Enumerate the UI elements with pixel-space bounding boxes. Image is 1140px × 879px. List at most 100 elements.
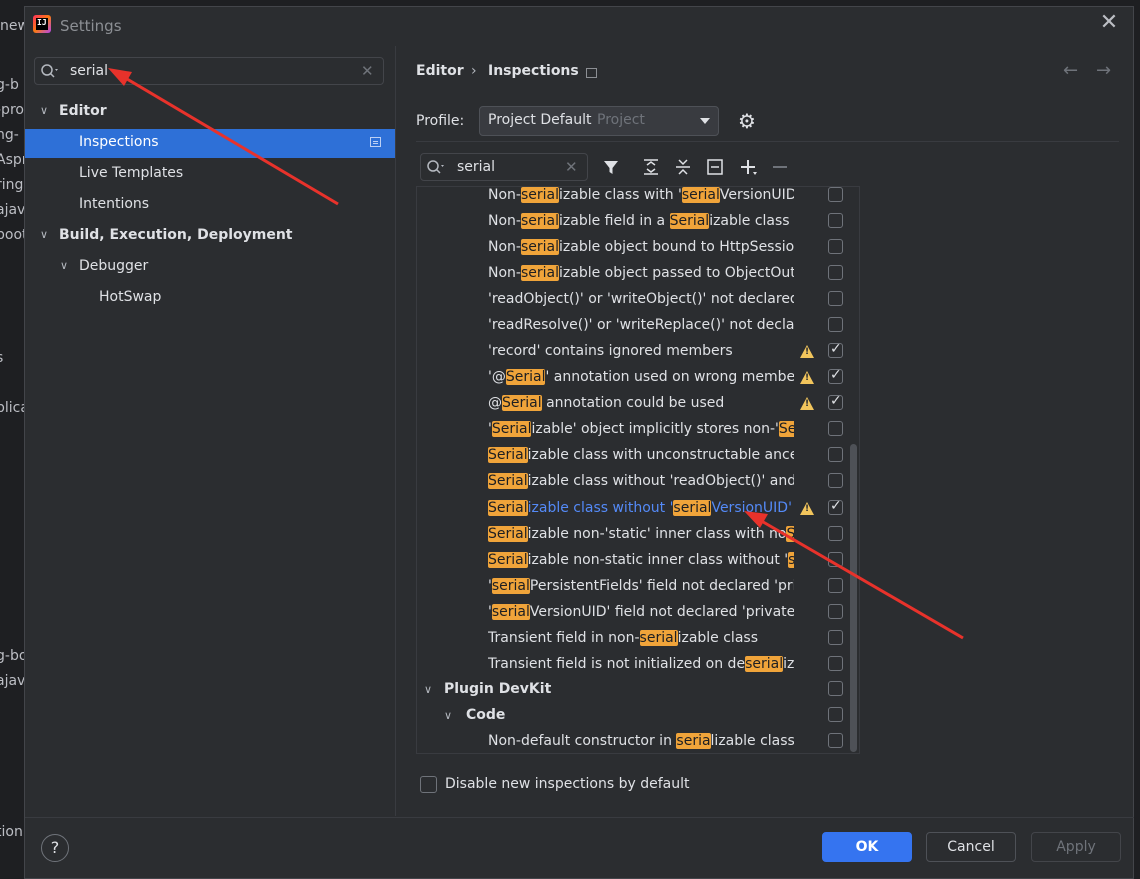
checkbox[interactable] (828, 239, 843, 254)
search-icon (41, 64, 58, 78)
ide-background-right (1134, 0, 1140, 879)
inspection-item[interactable]: Serializable non-'static' inner class wi… (488, 521, 794, 547)
inspection-item[interactable]: Non-serializable object bound to HttpSes… (488, 234, 794, 260)
group-plugin-devkit[interactable]: Plugin DevKit (444, 676, 551, 702)
add-icon[interactable] (738, 157, 758, 177)
search-highlight: serial (491, 578, 530, 594)
inspection-text: annotation could be used (541, 395, 725, 411)
clear-search-icon[interactable]: ✕ (565, 158, 578, 176)
inspection-text: PersistentFields' field not declared 'pr… (529, 578, 794, 594)
back-arrow-icon[interactable]: ← (1063, 60, 1078, 81)
inspection-item[interactable]: Serializable class with unconstructable … (488, 442, 794, 468)
group-code[interactable]: Code (466, 702, 505, 728)
search-highlight: ser (788, 552, 794, 568)
inspection-item[interactable]: 'serialPersistentFields' field not decla… (488, 573, 794, 599)
checkbox[interactable] (828, 707, 843, 722)
inspection-item[interactable]: Serializable non-static inner class with… (488, 547, 794, 573)
checkbox[interactable] (828, 733, 843, 748)
cancel-button[interactable]: Cancel (926, 832, 1016, 862)
background-text-fragment: ng- (0, 127, 19, 143)
checkbox[interactable] (828, 213, 843, 228)
checkbox[interactable] (828, 367, 843, 384)
checkbox[interactable] (828, 265, 843, 280)
close-icon[interactable]: ✕ (1098, 12, 1120, 34)
sidebar-item-build[interactable]: Build, Execution, Deployment (59, 222, 293, 248)
search-highlight: Serial (488, 447, 528, 463)
forward-arrow-icon[interactable]: → (1096, 60, 1111, 81)
checkbox[interactable] (828, 473, 843, 488)
warning-icon (800, 502, 814, 515)
chevron-down-icon[interactable]: ∨ (40, 104, 48, 117)
breadcrumb-editor[interactable]: Editor (416, 63, 464, 79)
sidebar-item-debugger[interactable]: Debugger (79, 253, 148, 279)
chevron-down-icon[interactable]: ∨ (424, 683, 432, 696)
checkbox[interactable] (828, 498, 843, 515)
inspection-text: lizable class (710, 733, 794, 749)
checkbox[interactable] (828, 393, 843, 410)
inspection-text: VersionUID' (711, 500, 792, 516)
inspection-item[interactable]: Serializable class without 'readObject()… (488, 468, 794, 494)
inspection-item[interactable]: @Serial annotation could be used (488, 390, 794, 416)
disable-new-inspections-label[interactable]: Disable new inspections by default (445, 776, 689, 792)
sidebar-item-intentions[interactable]: Intentions (79, 191, 149, 217)
checkbox[interactable] (828, 526, 843, 541)
inspection-item[interactable]: Non-serializable class with 'serialVersi… (488, 182, 794, 208)
tree-scrollbar[interactable] (850, 444, 857, 752)
sidebar-item-inspections[interactable]: Inspections (79, 129, 159, 155)
checkbox[interactable] (828, 604, 843, 619)
gear-icon[interactable]: ⚙ (738, 111, 760, 133)
ok-button[interactable]: OK (822, 832, 912, 862)
inspection-item[interactable]: 'readObject()' or 'writeObject()' not de… (488, 286, 794, 312)
search-highlight: S (786, 526, 794, 542)
search-highlight: serial (673, 500, 712, 516)
checkbox[interactable] (828, 341, 843, 358)
inspection-item[interactable]: Non-serializable object passed to Object… (488, 260, 794, 286)
reset-icon[interactable] (705, 157, 725, 177)
checkbox[interactable] (828, 421, 843, 436)
sidebar-item-editor[interactable]: Editor (59, 98, 107, 124)
checkbox[interactable] (828, 552, 843, 567)
inspection-item[interactable]: 'record' contains ignored members (488, 338, 794, 364)
search-highlight: serial (745, 656, 784, 672)
checkbox[interactable] (828, 578, 843, 593)
inspection-item[interactable]: Transient field is not initialized on de… (488, 651, 794, 677)
checkbox[interactable] (828, 447, 843, 462)
checkbox[interactable] (828, 656, 843, 671)
sidebar-item-hotswap[interactable]: HotSwap (99, 284, 161, 310)
inspection-item[interactable]: '@Serial' annotation used on wrong membe… (488, 364, 794, 390)
inspection-item[interactable]: Non-default constructor in serializable … (488, 728, 794, 754)
chevron-down-icon[interactable]: ∨ (40, 228, 48, 241)
chevron-down-icon[interactable]: ∨ (60, 259, 68, 272)
search-highlight: Serial (488, 552, 528, 568)
checkbox[interactable] (828, 291, 843, 306)
help-button[interactable]: ? (41, 834, 69, 862)
background-text-fragment: g-bo (0, 648, 24, 664)
inspection-item[interactable]: 'Serializable' object implicitly stores … (488, 416, 794, 442)
chevron-down-icon[interactable]: ∨ (444, 709, 452, 722)
inspection-text: Non- (488, 239, 521, 255)
sidebar-item-live-templates[interactable]: Live Templates (79, 160, 183, 186)
collapse-all-icon[interactable] (673, 157, 693, 177)
apply-button[interactable]: Apply (1031, 832, 1121, 862)
ide-background-left: new g-b -pro ng- Aspr ring ajav boot s plica g-bo a… (0, 0, 24, 879)
checkbox[interactable] (828, 630, 843, 645)
expand-all-icon[interactable] (641, 157, 661, 177)
inspection-text: Non-default constructor in (488, 733, 677, 749)
remove-icon[interactable] (770, 157, 790, 177)
inspection-text: izable class with ' (559, 187, 682, 203)
inspection-text: izable class (677, 630, 758, 646)
inspection-item[interactable]: Non-serializable field in a Serializable… (488, 208, 794, 234)
checkbox[interactable] (828, 187, 843, 202)
checkbox[interactable] (828, 317, 843, 332)
disable-new-inspections-checkbox[interactable] (420, 776, 437, 793)
inspection-item[interactable]: Transient field in non-serializable clas… (488, 625, 794, 651)
inspection-text: izable class (709, 213, 790, 229)
filter-icon[interactable] (601, 157, 621, 177)
inspection-item[interactable]: 'serialVersionUID' field not declared 'p… (488, 599, 794, 625)
inspection-item[interactable]: Serializable class without 'serialVersio… (488, 495, 794, 521)
inspection-item[interactable]: 'readResolve()' or 'writeReplace()' not … (488, 312, 794, 338)
checkbox[interactable] (828, 681, 843, 696)
background-text-fragment: plica (0, 400, 24, 416)
search-highlight: Serial (502, 395, 542, 411)
clear-search-icon[interactable]: ✕ (361, 62, 374, 80)
